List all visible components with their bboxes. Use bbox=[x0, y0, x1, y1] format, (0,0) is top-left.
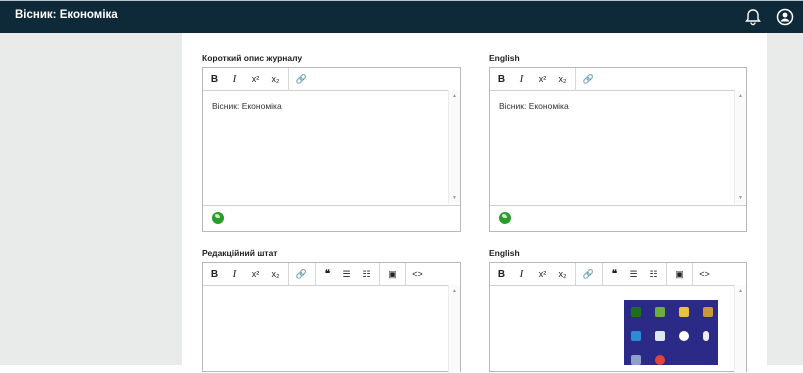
italic-button[interactable]: I bbox=[513, 263, 530, 285]
subscript-button[interactable]: x₂ bbox=[267, 68, 284, 90]
superscript-button[interactable]: x² bbox=[247, 68, 264, 90]
link-icon[interactable]: 🔗 bbox=[293, 263, 310, 285]
app-icon[interactable] bbox=[703, 307, 713, 317]
image-icon[interactable]: ▣ bbox=[384, 263, 401, 285]
toolbar-divider bbox=[575, 263, 576, 285]
editor-footer bbox=[490, 205, 746, 232]
scroll-down-icon[interactable]: ▼ bbox=[452, 195, 457, 201]
bell-icon[interactable] bbox=[744, 8, 762, 26]
code-icon[interactable]: <> bbox=[409, 263, 426, 285]
subscript-button[interactable]: x₂ bbox=[554, 263, 571, 285]
bold-button[interactable]: B bbox=[206, 263, 223, 285]
superscript-button[interactable]: x² bbox=[247, 263, 264, 285]
scroll-up-icon[interactable]: ▲ bbox=[452, 288, 457, 294]
globe-icon[interactable] bbox=[499, 212, 511, 224]
bullet-list-icon[interactable]: ☰ bbox=[338, 263, 355, 285]
editor-scrollbar[interactable]: ▲ ▼ bbox=[734, 90, 746, 204]
numbered-list-icon[interactable]: ☷ bbox=[358, 263, 375, 285]
sync-icon[interactable] bbox=[679, 331, 689, 341]
blockquote-icon[interactable]: ❝ bbox=[606, 263, 623, 285]
editor-content[interactable]: Вісник: Економіка bbox=[212, 101, 282, 111]
user-circle-icon[interactable] bbox=[776, 8, 794, 26]
toolbar-divider bbox=[666, 263, 667, 285]
scroll-up-icon[interactable]: ▲ bbox=[738, 93, 743, 99]
editor-footer bbox=[203, 205, 460, 232]
right-sidebar bbox=[767, 33, 803, 365]
bullet-list-icon[interactable]: ☰ bbox=[625, 263, 642, 285]
numbered-list-icon[interactable]: ☷ bbox=[645, 263, 662, 285]
image-icon[interactable]: ▣ bbox=[671, 263, 688, 285]
editor-toolbar: B I x² x₂ 🔗 ❝ ☰ ☷ ▣ <> bbox=[203, 263, 460, 286]
editor-scrollbar[interactable]: ▲ ▼ bbox=[448, 90, 460, 204]
toolbar-divider bbox=[692, 263, 693, 285]
left-sidebar bbox=[0, 33, 182, 365]
display-icon[interactable] bbox=[655, 331, 665, 341]
link-icon[interactable]: 🔗 bbox=[580, 263, 597, 285]
italic-button[interactable]: I bbox=[226, 263, 243, 285]
editor-scrollbar[interactable]: ▲ bbox=[734, 285, 746, 373]
toolbar-divider bbox=[575, 68, 576, 90]
editor-toolbar: B I x² x₂ 🔗 bbox=[203, 68, 460, 91]
network-app-icon[interactable] bbox=[631, 331, 641, 341]
section-label-editorial-staff: Редакційний штат bbox=[202, 248, 278, 258]
editorial-staff-editor[interactable]: B I x² x₂ 🔗 ❝ ☰ ☷ ▣ <> ▲ bbox=[202, 262, 461, 373]
section-label-english: English bbox=[489, 248, 520, 258]
microphone-icon[interactable] bbox=[703, 331, 709, 341]
scroll-up-icon[interactable]: ▲ bbox=[452, 93, 457, 99]
nvidia-icon[interactable] bbox=[631, 307, 641, 317]
toolbar-divider bbox=[405, 263, 406, 285]
subscript-button[interactable]: x₂ bbox=[267, 263, 284, 285]
italic-button[interactable]: I bbox=[226, 68, 243, 90]
description-english-editor[interactable]: B I x² x₂ 🔗 Вісник: Економіка ▲ ▼ bbox=[489, 67, 747, 232]
toolbar-divider bbox=[288, 68, 289, 90]
toolbar-divider bbox=[379, 263, 380, 285]
italic-button[interactable]: I bbox=[513, 68, 530, 90]
subscript-button[interactable]: x₂ bbox=[554, 68, 571, 90]
toolbar-divider bbox=[288, 263, 289, 285]
section-label-description: Короткий опис журналу bbox=[202, 53, 303, 63]
superscript-button[interactable]: x² bbox=[534, 263, 551, 285]
bold-button[interactable]: B bbox=[206, 68, 223, 90]
link-icon[interactable]: 🔗 bbox=[580, 68, 597, 90]
chat-icon[interactable] bbox=[655, 307, 665, 317]
editor-scrollbar[interactable]: ▲ bbox=[448, 285, 460, 373]
blockquote-icon[interactable]: ❝ bbox=[319, 263, 336, 285]
superscript-button[interactable]: x² bbox=[534, 68, 551, 90]
scroll-up-icon[interactable]: ▲ bbox=[738, 288, 743, 294]
system-tray-popup bbox=[624, 300, 718, 365]
bold-button[interactable]: B bbox=[493, 68, 510, 90]
editor-content[interactable]: Вісник: Економіка bbox=[499, 101, 569, 111]
toolbar-divider bbox=[602, 263, 603, 285]
toolbar-divider bbox=[315, 263, 316, 285]
wifi-icon[interactable] bbox=[631, 355, 641, 365]
page-title: Вісник: Економіка bbox=[15, 9, 118, 21]
bold-button[interactable]: B bbox=[493, 263, 510, 285]
section-label-english: English bbox=[489, 53, 520, 63]
browser-icon[interactable] bbox=[655, 355, 665, 365]
top-bar: Вісник: Економіка bbox=[0, 0, 803, 33]
link-icon[interactable]: 🔗 bbox=[293, 68, 310, 90]
editor-toolbar: B I x² x₂ 🔗 ❝ ☰ ☷ ▣ <> bbox=[490, 263, 746, 286]
editor-toolbar: B I x² x₂ 🔗 bbox=[490, 68, 746, 91]
globe-icon[interactable] bbox=[212, 212, 224, 224]
security-shield-icon[interactable] bbox=[679, 307, 689, 317]
description-editor[interactable]: B I x² x₂ 🔗 Вісник: Економіка ▲ ▼ bbox=[202, 67, 461, 232]
code-icon[interactable]: <> bbox=[696, 263, 713, 285]
scroll-down-icon[interactable]: ▼ bbox=[738, 195, 743, 201]
